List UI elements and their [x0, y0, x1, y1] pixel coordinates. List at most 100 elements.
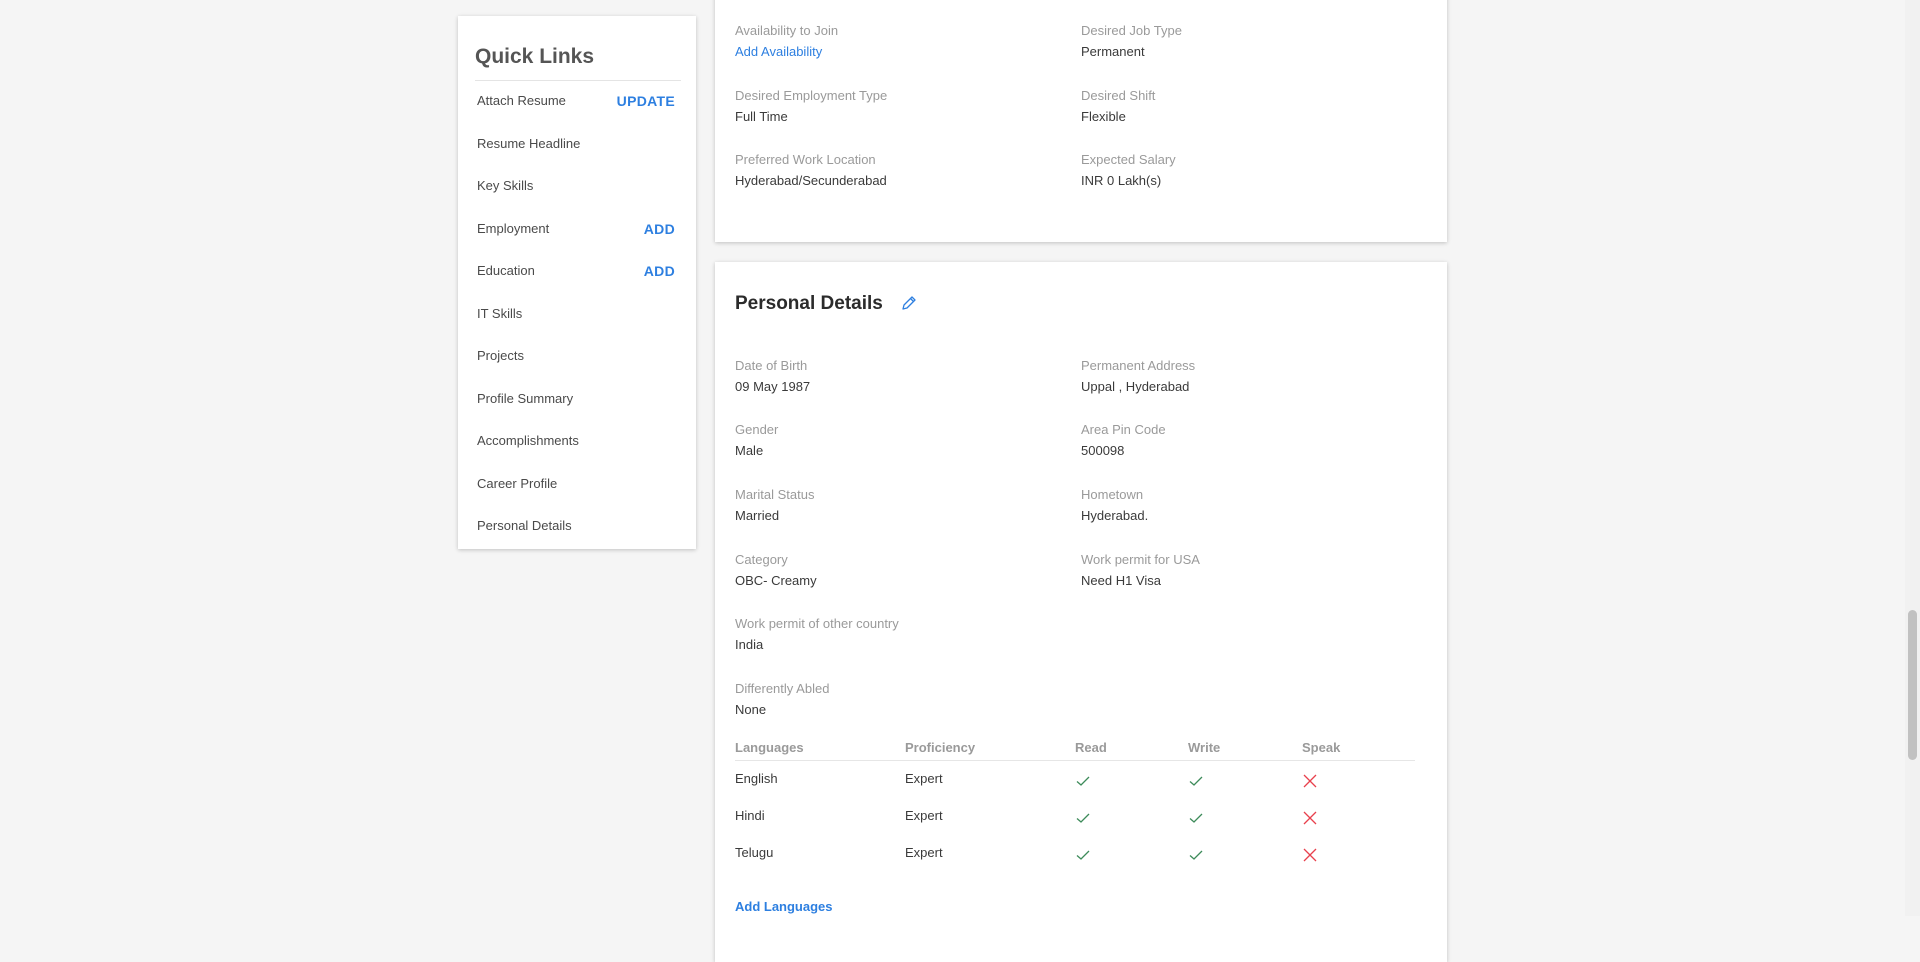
quick-link-label: Projects: [477, 348, 524, 363]
field-work-permit-usa: Work permit for USA Need H1 Visa: [1081, 552, 1401, 588]
cross-icon: [1302, 773, 1318, 789]
quick-link-label: Attach Resume: [477, 93, 566, 108]
field-value: 500098: [1081, 443, 1125, 458]
quick-link-label: Personal Details: [477, 518, 572, 533]
field-permanent-address: Permanent Address Uppal , Hyderabad: [1081, 358, 1401, 394]
field-value: 09 May 1987: [735, 379, 811, 394]
languages-table: Languages Proficiency Read Write Speak E…: [735, 732, 1415, 872]
check-icon: [1188, 847, 1204, 863]
quick-link-employment[interactable]: Employment ADD: [477, 215, 675, 243]
scrollbar-thumb[interactable]: [1908, 610, 1917, 760]
field-value: Hyderabad/Secunderabad: [735, 173, 887, 188]
field-label: Marital Status: [735, 487, 815, 502]
field-work-permit-other: Work permit of other country India: [735, 616, 1055, 652]
field-value: INR 0 Lakh(s): [1081, 173, 1162, 188]
quick-link-label: IT Skills: [477, 306, 523, 321]
field-hometown: Hometown Hyderabad.: [1081, 487, 1401, 523]
field-value: Permanent: [1081, 44, 1145, 59]
field-value: Full Time: [735, 109, 788, 124]
quick-link-label: Key Skills: [477, 178, 534, 193]
quick-link-label: Career Profile: [477, 476, 558, 491]
field-desired-shift: Desired Shift Flexible: [1081, 88, 1401, 124]
field-label: Category: [735, 552, 788, 567]
header-proficiency: Proficiency: [905, 740, 976, 755]
quick-links-divider: [475, 80, 681, 81]
field-label: Preferred Work Location: [735, 152, 876, 167]
field-label: Work permit for USA: [1081, 552, 1200, 567]
page-scrollbar[interactable]: [1905, 0, 1920, 916]
quick-link-accomplishments[interactable]: Accomplishments: [477, 427, 675, 455]
cross-icon: [1302, 810, 1318, 826]
quick-link-profile-summary[interactable]: Profile Summary: [477, 385, 675, 413]
field-desired-employment-type: Desired Employment Type Full Time: [735, 88, 1055, 124]
language-row: Hindi Expert: [735, 798, 1415, 835]
language-proficiency: Expert: [905, 845, 943, 860]
quick-link-projects[interactable]: Projects: [477, 342, 675, 370]
quick-link-label: Employment: [477, 221, 550, 236]
language-name: Telugu: [735, 845, 774, 860]
field-label: Permanent Address: [1081, 358, 1196, 373]
cross-icon: [1302, 847, 1318, 863]
languages-table-header: Languages Proficiency Read Write Speak: [735, 732, 1415, 761]
field-label: Hometown: [1081, 487, 1144, 502]
field-desired-job-type: Desired Job Type Permanent: [1081, 23, 1401, 59]
field-value: India: [735, 637, 764, 652]
field-label: Gender: [735, 422, 779, 437]
quick-link-label: Education: [477, 263, 535, 278]
quick-link-label: Profile Summary: [477, 391, 574, 406]
language-name: English: [735, 771, 778, 786]
field-value: Married: [735, 508, 780, 523]
field-label: Desired Job Type: [1081, 23, 1182, 38]
check-icon: [1188, 773, 1204, 789]
quick-link-key-skills[interactable]: Key Skills: [477, 172, 675, 200]
field-gender: Gender Male: [735, 422, 1055, 458]
add-availability-link[interactable]: Add Availability: [735, 44, 1055, 59]
header-write: Write: [1188, 740, 1221, 755]
check-icon: [1075, 773, 1091, 789]
field-label: Expected Salary: [1081, 152, 1176, 167]
field-label: Desired Employment Type: [735, 88, 888, 103]
field-label: Availability to Join: [735, 23, 839, 38]
quick-link-career-profile[interactable]: Career Profile: [477, 470, 675, 498]
field-preferred-location: Preferred Work Location Hyderabad/Secund…: [735, 152, 1055, 188]
language-name: Hindi: [735, 808, 765, 823]
field-differently-abled: Differently Abled None: [735, 681, 1055, 717]
add-education-button[interactable]: ADD: [644, 257, 675, 285]
header-languages: Languages: [735, 740, 804, 755]
quick-link-education[interactable]: Education ADD: [477, 257, 675, 285]
language-row: English Expert: [735, 761, 1415, 798]
quick-link-it-skills[interactable]: IT Skills: [477, 300, 675, 328]
quick-links-card: Quick Links Attach Resume UPDATE Resume …: [458, 16, 696, 549]
check-icon: [1075, 847, 1091, 863]
field-value: OBC- Creamy: [735, 573, 817, 588]
quick-link-label: Resume Headline: [477, 136, 581, 151]
career-profile-card: Availability to Join Add Availability De…: [715, 0, 1447, 242]
field-expected-salary: Expected Salary INR 0 Lakh(s): [1081, 152, 1401, 188]
quick-link-label: Accomplishments: [477, 433, 579, 448]
field-value: Male: [735, 443, 764, 458]
quick-link-personal-details[interactable]: Personal Details: [477, 512, 675, 540]
quick-link-resume-headline[interactable]: Resume Headline: [477, 130, 675, 158]
section-title: Personal Details: [735, 293, 883, 314]
update-resume-button[interactable]: UPDATE: [617, 87, 675, 115]
field-area-pin-code: Area Pin Code 500098: [1081, 422, 1401, 458]
add-languages-link[interactable]: Add Languages: [735, 899, 833, 914]
field-value: None: [735, 702, 767, 717]
field-date-of-birth: Date of Birth 09 May 1987: [735, 358, 1055, 394]
personal-details-card: Personal Details Date of Birth 09 May 19…: [715, 262, 1447, 962]
field-value: Flexible: [1081, 109, 1126, 124]
field-value: Uppal , Hyderabad: [1081, 379, 1190, 394]
field-value: Need H1 Visa: [1081, 573, 1161, 588]
quick-link-attach-resume[interactable]: Attach Resume UPDATE: [477, 87, 675, 115]
edit-pencil-icon[interactable]: [900, 294, 918, 312]
field-value: Hyderabad.: [1081, 508, 1149, 523]
check-icon: [1188, 810, 1204, 826]
field-label: Area Pin Code: [1081, 422, 1166, 437]
field-label: Date of Birth: [735, 358, 808, 373]
field-label: Work permit of other country: [735, 616, 899, 631]
add-employment-button[interactable]: ADD: [644, 215, 675, 243]
quick-links-title: Quick Links: [475, 45, 595, 68]
field-marital-status: Marital Status Married: [735, 487, 1055, 523]
header-speak: Speak: [1302, 740, 1341, 755]
language-proficiency: Expert: [905, 808, 943, 823]
